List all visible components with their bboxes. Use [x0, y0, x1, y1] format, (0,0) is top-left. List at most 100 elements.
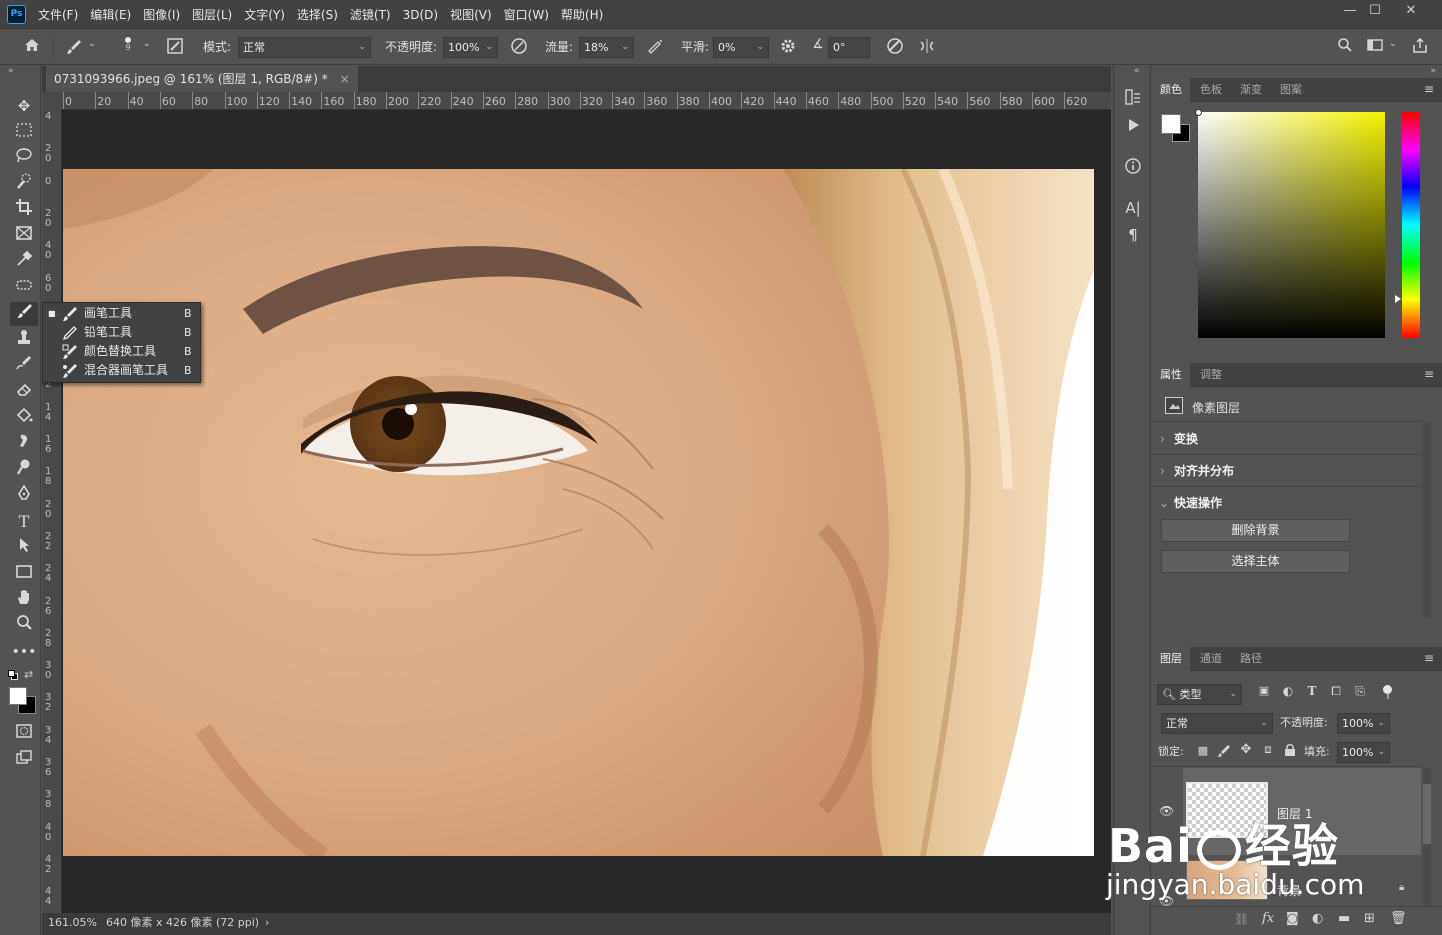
filter-smart-object-icon[interactable]: ⎘: [1352, 684, 1368, 700]
section-transform[interactable]: › 变换: [1152, 424, 1422, 455]
menu-item[interactable]: 帮助(H): [555, 6, 609, 23]
crop-tool-icon[interactable]: [10, 198, 38, 222]
brush-size-picker[interactable]: 9: [118, 34, 138, 62]
hue-slider[interactable]: [1402, 112, 1420, 338]
layer-filter-select[interactable]: 🔍︎ 类型 ⌄: [1157, 684, 1242, 705]
frame-tool-icon[interactable]: [10, 224, 38, 248]
history-panel-icon[interactable]: [1122, 88, 1144, 110]
home-icon[interactable]: [20, 36, 44, 58]
filter-pixel-icon[interactable]: ▣: [1256, 684, 1272, 700]
lock-all-icon[interactable]: [1282, 743, 1298, 759]
color-panel-foreground-swatch[interactable]: [1161, 114, 1181, 134]
quick-mask-icon[interactable]: [10, 722, 38, 746]
tab-layers[interactable]: 图层: [1152, 647, 1190, 671]
menu-item[interactable]: 窗口(W): [498, 6, 555, 23]
tab-channels[interactable]: 通道: [1192, 647, 1230, 671]
airbrush-icon[interactable]: [644, 37, 666, 59]
swap-colors-icon[interactable]: ⇄: [24, 668, 33, 681]
tab-paths[interactable]: 路径: [1232, 647, 1270, 671]
chevron-down-icon[interactable]: ⌄: [88, 39, 96, 49]
properties-scrollbar[interactable]: [1423, 422, 1431, 618]
close-window-button[interactable]: ✕: [1395, 0, 1427, 24]
tab-gradients[interactable]: 渐变: [1232, 78, 1270, 102]
more-tools-icon[interactable]: •••: [10, 640, 38, 664]
workspace-icon[interactable]: [1364, 37, 1386, 59]
filter-toggle[interactable]: [1383, 685, 1392, 699]
layers-scrollbar[interactable]: [1423, 768, 1431, 905]
collapse-arrows-icon[interactable]: «: [1134, 66, 1140, 76]
search-icon[interactable]: [1335, 37, 1355, 59]
select-subject-button[interactable]: 选择主体: [1161, 550, 1350, 573]
section-align-distribute[interactable]: › 对齐并分布: [1152, 456, 1422, 487]
panel-menu-icon[interactable]: ≡: [1424, 82, 1434, 96]
zoom-tool-icon[interactable]: [10, 614, 38, 638]
tab-close-icon[interactable]: ×: [340, 72, 350, 86]
smoothing-settings-gear-icon[interactable]: [777, 37, 799, 59]
screen-mode-icon[interactable]: [10, 748, 38, 772]
collapse-arrows-icon[interactable]: »: [8, 66, 14, 76]
menu-item[interactable]: 编辑(E): [84, 6, 137, 23]
type-tool-icon[interactable]: T: [10, 510, 38, 534]
panel-menu-icon[interactable]: ≡: [1424, 651, 1434, 665]
chevron-down-icon[interactable]: ⌄: [1389, 39, 1397, 49]
character-panel-icon[interactable]: A|: [1122, 199, 1144, 221]
tab-properties[interactable]: 属性: [1152, 363, 1190, 387]
pressure-size-icon[interactable]: [884, 37, 906, 59]
tab-adjustments[interactable]: 调整: [1192, 363, 1230, 387]
blend-mode-select[interactable]: 正常 ⌄: [1161, 713, 1273, 734]
new-group-folder-icon[interactable]: ▬: [1338, 911, 1350, 926]
pressure-opacity-icon[interactable]: [508, 37, 530, 59]
dodge-tool-icon[interactable]: [10, 458, 38, 482]
menu-item[interactable]: 选择(S): [291, 6, 344, 23]
menu-item[interactable]: 图层(L): [186, 6, 238, 23]
color-field[interactable]: [1195, 109, 1385, 338]
clone-stamp-tool-icon[interactable]: [10, 328, 38, 352]
flow-input[interactable]: 18% ⌄: [579, 37, 634, 58]
smoothing-input[interactable]: 0% ⌄: [713, 37, 769, 58]
healing-brush-tool-icon[interactable]: [10, 276, 38, 300]
lock-image-brush-icon[interactable]: [1216, 744, 1232, 760]
brush-tool-icon[interactable]: [10, 302, 38, 326]
opacity-input[interactable]: 100% ⌄: [443, 37, 498, 58]
mode-select[interactable]: 正常 ⌄: [238, 37, 371, 58]
document-tab[interactable]: 0731093966.jpeg @ 161% (图层 1, RGB/8#) * …: [46, 66, 358, 92]
remove-background-button[interactable]: 删除背景: [1161, 519, 1350, 542]
symmetry-icon[interactable]: [916, 37, 938, 59]
eraser-tool-icon[interactable]: [10, 380, 38, 404]
rectangle-tool-icon[interactable]: [10, 562, 38, 586]
status-menu-arrow-icon[interactable]: ›: [265, 913, 269, 933]
filter-adjustment-icon[interactable]: ◐: [1280, 684, 1296, 700]
tab-color[interactable]: 颜色: [1152, 78, 1190, 102]
collapse-arrows-icon[interactable]: »: [1430, 66, 1436, 76]
lock-artboard-icon[interactable]: ⧈: [1260, 742, 1276, 758]
zoom-level[interactable]: 161.05%: [48, 913, 97, 933]
restore-button[interactable]: ☐: [1359, 0, 1391, 24]
brush-settings-icon[interactable]: [164, 37, 186, 59]
link-layers-icon[interactable]: ⛓︎: [1234, 912, 1249, 926]
hand-tool-icon[interactable]: [10, 588, 38, 612]
paragraph-panel-icon[interactable]: ¶: [1122, 226, 1144, 248]
tab-swatches[interactable]: 色板: [1192, 78, 1230, 102]
smudge-tool-icon[interactable]: [10, 432, 38, 456]
tab-patterns[interactable]: 图案: [1272, 78, 1310, 102]
panel-menu-icon[interactable]: ≡: [1424, 367, 1434, 381]
fill-input[interactable]: 100% ⌄: [1337, 742, 1390, 763]
history-brush-tool-icon[interactable]: [10, 354, 38, 378]
menu-item[interactable]: 图像(I): [137, 6, 186, 23]
delete-trash-icon[interactable]: 🗑︎: [1390, 911, 1407, 926]
quick-selection-tool-icon[interactable]: [10, 172, 38, 196]
info-panel-icon[interactable]: [1122, 157, 1144, 179]
paint-bucket-tool-icon[interactable]: [10, 406, 38, 430]
chevron-down-icon[interactable]: ⌄: [143, 39, 151, 49]
actions-play-icon[interactable]: [1122, 116, 1144, 138]
marquee-tool-icon[interactable]: [10, 120, 38, 144]
menu-item[interactable]: 滤镜(T): [344, 6, 397, 23]
hue-slider-handle[interactable]: [1395, 295, 1401, 303]
layer-opacity-input[interactable]: 100% ⌄: [1337, 713, 1390, 734]
flyout-item-brush[interactable]: ■ 画笔工具 B: [43, 304, 200, 323]
angle-input[interactable]: 0°: [828, 37, 870, 58]
lock-transparent-icon[interactable]: ▩: [1196, 744, 1210, 758]
canvas[interactable]: [63, 111, 1111, 913]
new-layer-icon[interactable]: ⊞: [1364, 911, 1375, 926]
lock-position-icon[interactable]: ✥: [1238, 742, 1254, 758]
